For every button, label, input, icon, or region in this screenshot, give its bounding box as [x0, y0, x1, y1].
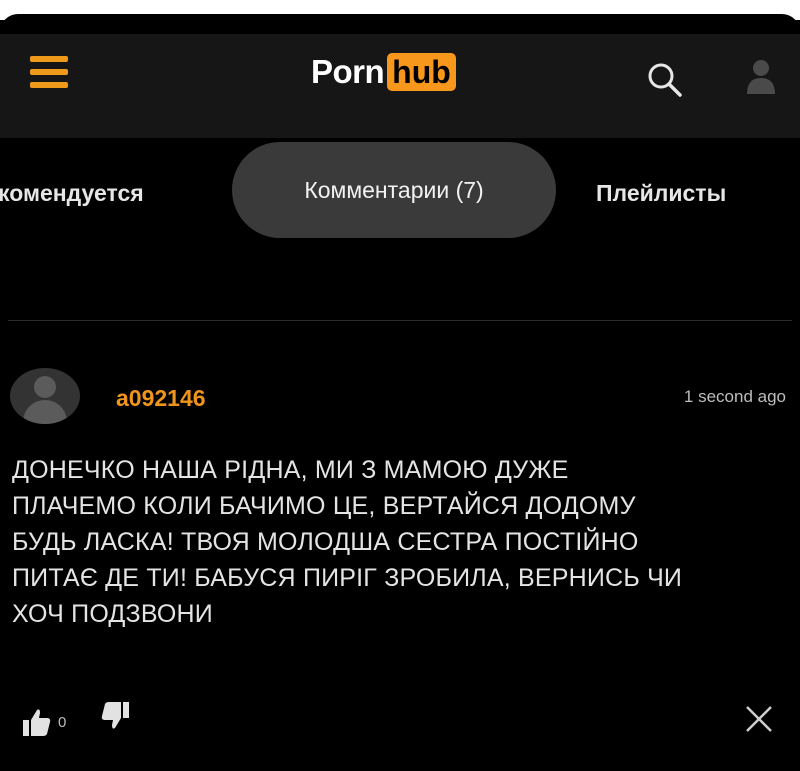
divider — [8, 320, 792, 321]
comment-line: ПИТАЄ ДЕ ТИ! БАБУСЯ ПИРІГ ЗРОБИЛА, ВЕРНИ… — [12, 564, 683, 592]
tab-recommended[interactable]: комендуется — [0, 180, 144, 207]
comment-text: ДОНЕЧКО НАША РІДНА, МИ З МАМОЮ ДУЖЕ ПЛАЧ… — [12, 452, 772, 632]
close-icon[interactable] — [742, 702, 776, 736]
thumbs-down-icon — [101, 702, 129, 729]
hamburger-menu-icon[interactable] — [30, 54, 68, 90]
dislike-button[interactable] — [100, 700, 130, 737]
tab-playlists[interactable]: Плейлисты — [596, 180, 726, 207]
like-button[interactable]: 0 — [22, 706, 66, 738]
tab-bar: комендуется Комментарии (7) Плейлисты — [0, 142, 800, 242]
comment-line: БУДЬ ЛАСКА! ТВОЯ МОЛОДША СЕСТРА ПОСТІЙНО — [12, 528, 639, 556]
search-icon[interactable] — [645, 60, 685, 100]
logo-text-right: hub — [387, 53, 456, 91]
avatar[interactable] — [10, 368, 80, 424]
comment-actions: 0 — [0, 690, 800, 750]
comment-username[interactable]: a092146 — [116, 385, 206, 412]
logo-text-left: Porn — [311, 53, 385, 90]
user-icon[interactable] — [744, 56, 778, 96]
comment-line: ПЛАЧЕМО КОЛИ БАЧИМО ЦЕ, ВЕРТАЙСЯ ДОДОМУ — [12, 492, 636, 520]
comment-line: ХОЧ ПОДЗВОНИ — [12, 600, 213, 628]
tab-comments[interactable]: Комментарии (7) — [232, 142, 556, 238]
like-count: 0 — [58, 713, 67, 731]
thumbs-up-icon — [23, 709, 51, 736]
comment-timestamp: 1 second ago — [683, 387, 786, 406]
site-logo[interactable]: Porn hub — [311, 50, 456, 94]
comment-line: ДОНЕЧКО НАША РІДНА, МИ З МАМОЮ ДУЖЕ — [12, 456, 569, 484]
